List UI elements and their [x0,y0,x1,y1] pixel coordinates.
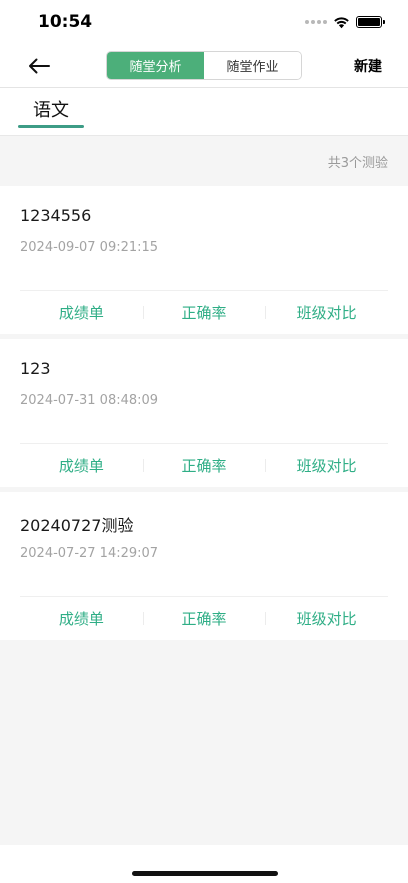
wifi-icon [334,16,349,28]
quiz-card[interactable]: 123 2024-07-31 08:48:09 成绩单 正确率 班级对比 [0,339,408,487]
cellular-signal-icon [305,20,327,24]
quiz-title: 1234556 [20,206,92,225]
quiz-title: 20240727测验 [20,516,134,535]
new-button[interactable]: 新建 [354,56,382,76]
arrow-left-icon [29,58,50,74]
card-actions: 成绩单 正确率 班级对比 [20,291,388,334]
tab-active-indicator [18,125,84,128]
count-row: 共3个测验 [0,137,408,185]
quiz-card[interactable]: 1234556 2024-09-07 09:21:15 成绩单 正确率 班级对比 [0,186,408,334]
quiz-time: 2024-07-31 08:48:09 [20,393,159,408]
quiz-time: 2024-09-07 09:21:15 [20,240,159,255]
class-comparison-button[interactable]: 班级对比 [265,444,388,487]
segment-in-class-analysis[interactable]: 随堂分析 [107,52,204,79]
segmented-control: 随堂分析 随堂作业 [106,51,302,80]
report-card-button[interactable]: 成绩单 [20,444,143,487]
quiz-card[interactable]: 20240727测验 2024-07-27 14:29:07 成绩单 正确率 班… [0,492,408,640]
class-comparison-button[interactable]: 班级对比 [265,291,388,334]
subject-tab-bar: 语文 [0,88,408,136]
accuracy-button[interactable]: 正确率 [142,291,266,334]
status-icons [305,14,385,30]
segment-in-class-homework[interactable]: 随堂作业 [204,52,301,79]
quiz-time: 2024-07-27 14:29:07 [20,546,159,561]
back-button[interactable] [26,55,52,77]
tab-chinese[interactable]: 语文 [18,88,84,129]
class-comparison-button[interactable]: 班级对比 [265,597,388,640]
screen: 10:54 随堂分析 随堂作业 新建 语文 共3个测验 1234556 2024… [0,0,408,883]
report-card-button[interactable]: 成绩单 [20,597,143,640]
battery-icon [356,16,385,28]
accuracy-button[interactable]: 正确率 [142,597,266,640]
home-indicator-area [0,845,408,883]
home-indicator[interactable] [132,871,278,876]
accuracy-button[interactable]: 正确率 [142,444,266,487]
quiz-count-text: 共3个测验 [327,155,388,171]
status-bar: 10:54 [0,0,408,46]
card-actions: 成绩单 正确率 班级对比 [20,597,388,640]
status-time: 10:54 [38,12,93,32]
card-actions: 成绩单 正确率 班级对比 [20,444,388,487]
report-card-button[interactable]: 成绩单 [20,291,143,334]
nav-bar: 随堂分析 随堂作业 新建 [0,46,408,88]
quiz-title: 123 [20,359,51,378]
